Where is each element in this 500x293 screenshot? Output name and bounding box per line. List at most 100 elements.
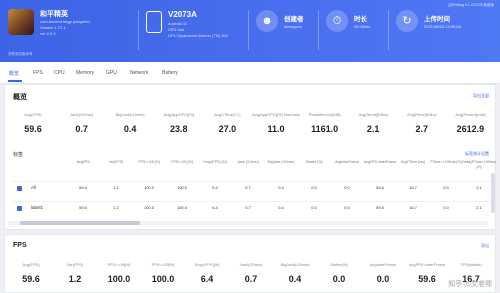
metric-label: Avg(AppCPU)[%] Normalized bbox=[252, 112, 300, 117]
row-label: All bbox=[31, 185, 37, 190]
table-row[interactable]: All 59.6 1.2 100.0 100.0 6.4 0.7 0.4 0.0 0.0 59.6 1… bbox=[13, 181, 493, 195]
divider bbox=[138, 10, 139, 50]
column-header[interactable]: Var(FPS) bbox=[98, 160, 134, 165]
label-section-title: 标签 bbox=[13, 152, 24, 158]
metric-value: 2612.9 bbox=[456, 124, 485, 134]
table-cell: 0.4 bbox=[278, 205, 284, 210]
tab-gpu[interactable]: GPU bbox=[106, 70, 117, 76]
label-settings-link[interactable]: 标签统计设置 bbox=[465, 151, 489, 157]
column-header[interactable]: FPS>=18 [%] bbox=[131, 160, 167, 165]
metric-label: Jank(/10min) bbox=[70, 112, 94, 117]
table-cell: 1.2 bbox=[113, 185, 119, 190]
fps-metric-value: 100.0 bbox=[107, 274, 131, 284]
metric-label: Avg(Recv)[KB/s] bbox=[407, 112, 437, 117]
fps-metric-value: 0.7 bbox=[244, 274, 258, 284]
divider bbox=[388, 10, 389, 50]
table-cell: 100.0 bbox=[143, 185, 154, 190]
metric-value: 23.8 bbox=[170, 124, 188, 134]
table-cell: 0.0 bbox=[443, 205, 449, 210]
tab-memory[interactable]: Memory bbox=[76, 70, 94, 76]
table-row[interactable]: label1 59.6 1.2 100.0 100.0 6.4 0.7 0.4 0.0 0.0 59… bbox=[13, 201, 493, 215]
table-cell: 16.7 bbox=[409, 185, 417, 190]
fps-metric-value: 0.0 bbox=[376, 274, 390, 284]
column-header[interactable]: AvgFTime [ms] bbox=[395, 160, 431, 165]
watermark: 知乎 @文老师 bbox=[448, 281, 492, 288]
metric-value: 0.4 bbox=[123, 124, 137, 134]
fps-metric-label: BigJank(/10min) bbox=[280, 262, 310, 267]
table-cell: 100.0 bbox=[143, 205, 154, 210]
tab-battery[interactable]: Battery bbox=[162, 70, 178, 76]
column-header[interactable]: Delta(FTime>100ms) [/h] bbox=[461, 160, 497, 169]
fps-metric-label: Drop(FPS)[/h] bbox=[194, 262, 220, 267]
column-header[interactable]: BigJank (/10min) bbox=[263, 160, 299, 165]
table-cell: 0.7 bbox=[245, 185, 251, 190]
fps-metric-value: 6.4 bbox=[200, 274, 214, 284]
tab-network[interactable]: Network bbox=[130, 70, 148, 76]
column-header[interactable]: FPS>=25 [%] bbox=[164, 160, 200, 165]
table-cell: 59.6 bbox=[376, 205, 384, 210]
table-cell: 100.0 bbox=[176, 185, 187, 190]
scrollbar-thumb[interactable] bbox=[20, 221, 140, 225]
fps-export-link[interactable]: 导出 bbox=[481, 243, 489, 249]
table-cell: 0.0 bbox=[344, 185, 350, 190]
fps-metric-label: Var(FPS) bbox=[66, 262, 84, 267]
table-cell: 0.0 bbox=[344, 205, 350, 210]
table-cell: 6.4 bbox=[212, 185, 218, 190]
fps-metric-label: FPS(stable) bbox=[460, 262, 482, 267]
horizontal-scrollbar[interactable] bbox=[8, 221, 488, 225]
fps-metric-label: AvgFPS>InterFrame bbox=[408, 262, 446, 267]
duration-label: 时长 bbox=[354, 16, 367, 23]
column-header[interactable]: Stutter [%] bbox=[296, 160, 332, 165]
test-version-note: 关联测试版本号 bbox=[8, 52, 33, 56]
upload-time-value: 2021/08/03 13:55:04 bbox=[424, 24, 461, 29]
phone-icon bbox=[146, 11, 162, 33]
metric-label: PeakMemory[MB] bbox=[308, 112, 341, 117]
fps-metric-label: Jank(/10min) bbox=[239, 262, 263, 267]
export-all-link[interactable]: 导出全部 bbox=[473, 93, 489, 99]
tab-fps[interactable]: FPS bbox=[33, 70, 43, 76]
upload-time-label: 上传时间 bbox=[424, 16, 450, 23]
metric-value: 1161.0 bbox=[311, 124, 339, 134]
device-cpu: CPU Info bbox=[168, 27, 185, 32]
tab-cpu[interactable]: CPU bbox=[54, 70, 65, 76]
vertical-scrollbar[interactable] bbox=[491, 173, 495, 213]
column-header[interactable]: Jank (/10min) bbox=[230, 160, 266, 165]
history-icon: ↻ bbox=[396, 10, 418, 32]
fps-metric-label: Avg(FPS) bbox=[22, 262, 40, 267]
fps-metric-value: 1.2 bbox=[68, 274, 82, 284]
column-header[interactable]: Drop(FPS) [/h] bbox=[197, 160, 233, 165]
device-os: Android 11 bbox=[168, 21, 188, 26]
table-cell: 100.0 bbox=[176, 205, 187, 210]
section-tabs: 概览 FPS CPU Memory GPU Network Battery bbox=[0, 62, 500, 84]
fps-metric-value: 0.4 bbox=[288, 274, 302, 284]
user-icon: ☻ bbox=[256, 10, 278, 32]
column-header[interactable]: AvgFPS>InterFrame bbox=[362, 160, 398, 165]
metric-value: 59.6 bbox=[24, 124, 42, 134]
fps-metric-label: AvgInterFrame bbox=[369, 262, 397, 267]
fps-metric-value: 0.0 bbox=[332, 274, 346, 284]
report-banner: 由Perfdog 5.1.210728 免费版 和平精英 com.tencent… bbox=[0, 0, 500, 62]
device-name: V2073A bbox=[168, 10, 197, 19]
metric-label: BigJank(/10min) bbox=[115, 112, 145, 117]
row-checkbox[interactable] bbox=[17, 186, 22, 191]
column-header[interactable]: FTime>=100ms [%] bbox=[428, 160, 464, 165]
fps-title: FPS bbox=[13, 242, 27, 249]
metric-value: 2.1 bbox=[366, 124, 380, 134]
tab-overview[interactable]: 概览 bbox=[9, 70, 19, 77]
active-tab-indicator bbox=[8, 80, 22, 82]
column-header[interactable]: AvgFPS bbox=[65, 160, 101, 165]
game-icon bbox=[8, 9, 34, 35]
metric-value: 0.7 bbox=[75, 124, 88, 134]
divider bbox=[248, 10, 249, 50]
duration-value: 05:28min bbox=[354, 24, 371, 29]
fps-metric-label: FPS>=18[%] bbox=[107, 262, 131, 267]
row-checkbox[interactable] bbox=[17, 206, 22, 211]
table-cell: 16.7 bbox=[409, 205, 417, 210]
metric-label: Avg(Power)[mW] bbox=[455, 112, 486, 117]
column-header[interactable]: AvgInterFrame bbox=[329, 160, 365, 165]
game-name: 和平精英 bbox=[40, 11, 68, 18]
table-cell: 0.0 bbox=[311, 205, 317, 210]
table-cell: 0.0 bbox=[311, 185, 317, 190]
table-cell: 59.6 bbox=[79, 185, 87, 190]
fps-metric-label: FPS>=25[%] bbox=[151, 262, 175, 267]
